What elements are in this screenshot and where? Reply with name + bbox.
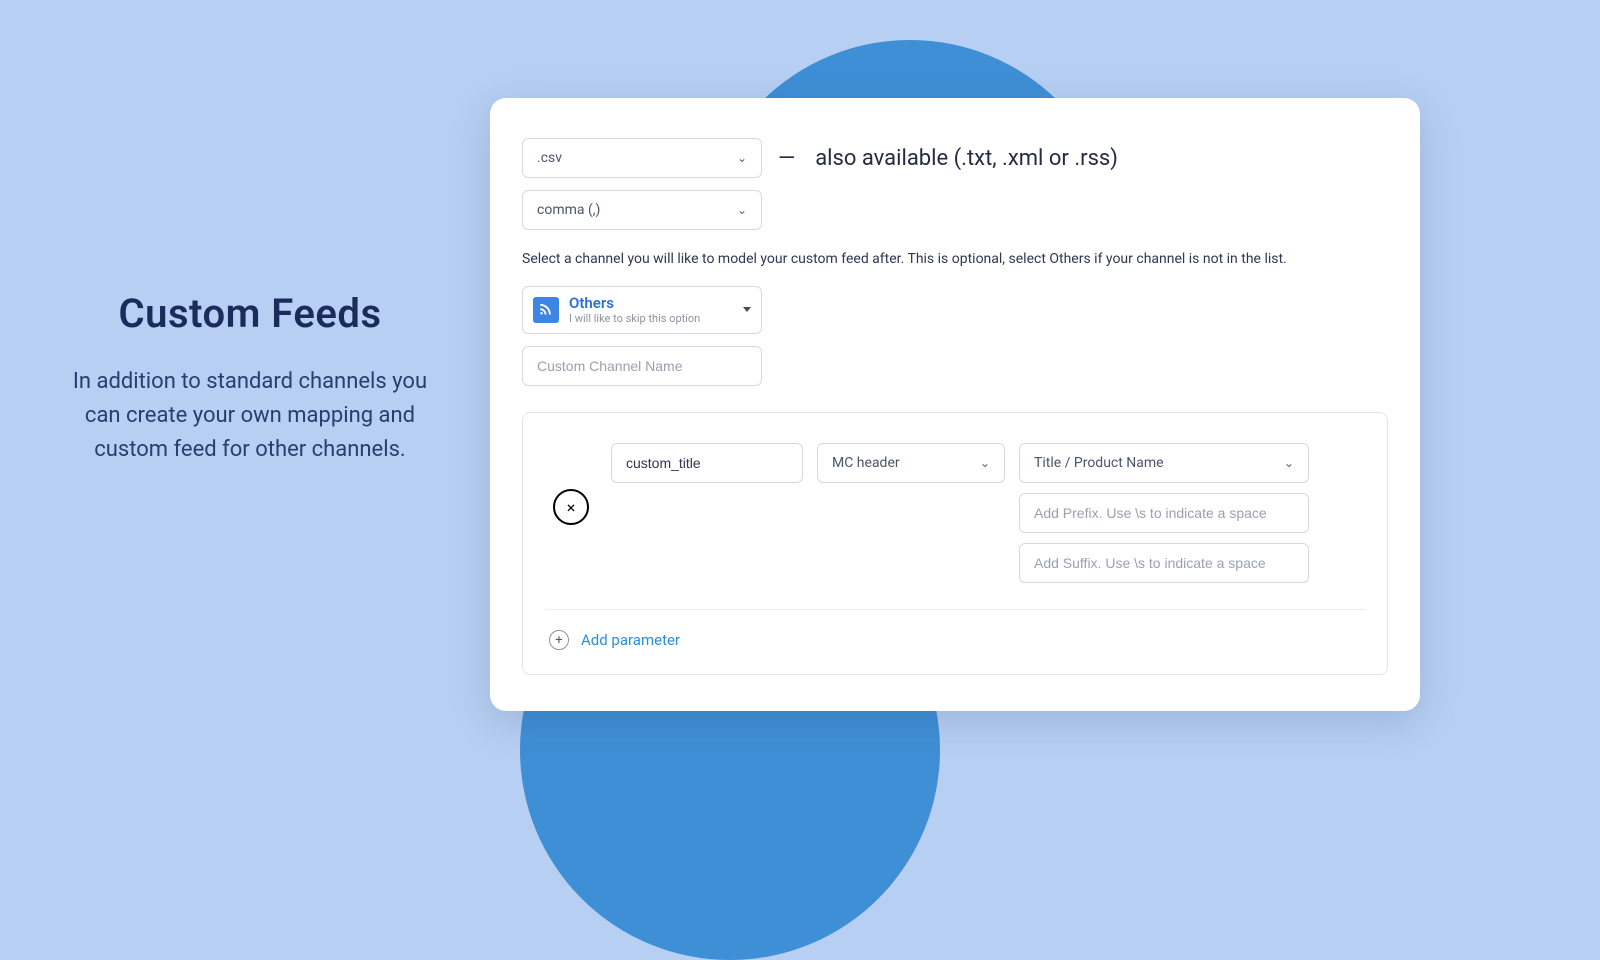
channel-template-subtitle: I will like to skip this option xyxy=(569,313,733,325)
mapping-panel: × MC header ⌄ Title / Product Name ⌄ + xyxy=(522,412,1388,675)
value-mapping-select[interactable]: Title / Product Name ⌄ xyxy=(1019,443,1309,483)
channel-helper-text: Select a channel you will like to model … xyxy=(522,250,1388,270)
add-parameter-label: Add parameter xyxy=(581,631,680,649)
remove-parameter-button[interactable]: × xyxy=(553,489,589,525)
delimiter-select[interactable]: comma (,) ⌄ xyxy=(522,190,762,230)
file-format-select[interactable]: .csv ⌄ xyxy=(522,138,762,178)
value-column: Title / Product Name ⌄ xyxy=(1019,443,1309,583)
marketing-copy: Custom Feeds In addition to standard cha… xyxy=(60,290,440,467)
add-parameter-button[interactable]: + Add parameter xyxy=(545,630,1365,650)
chevron-down-icon: ⌄ xyxy=(1284,456,1294,470)
custom-channel-name-input[interactable] xyxy=(522,346,762,386)
chevron-down-icon: ⌄ xyxy=(980,456,990,470)
file-format-value: .csv xyxy=(537,150,562,166)
prefix-input[interactable] xyxy=(1019,493,1309,533)
plus-icon: + xyxy=(549,630,569,650)
page-description: In addition to standard channels you can… xyxy=(60,365,440,467)
rss-icon xyxy=(533,297,559,323)
chevron-down-icon: ⌄ xyxy=(737,203,747,217)
available-formats-text: also available (.txt, .xml or .rss) xyxy=(815,146,1118,171)
caret-down-icon xyxy=(743,307,751,312)
mc-header-select[interactable]: MC header ⌄ xyxy=(817,443,1005,483)
page-title: Custom Feeds xyxy=(60,290,440,337)
field-name-input[interactable] xyxy=(611,443,803,483)
feed-config-card: .csv ⌄ — also available (.txt, .xml or .… xyxy=(490,98,1420,711)
channel-template-text: Others I will like to skip this option xyxy=(569,295,733,326)
format-row: .csv ⌄ — also available (.txt, .xml or .… xyxy=(522,138,1388,178)
em-dash: — xyxy=(778,146,795,171)
suffix-input[interactable] xyxy=(1019,543,1309,583)
close-icon: × xyxy=(567,498,576,517)
channel-template-select[interactable]: Others I will like to skip this option xyxy=(522,286,762,335)
chevron-down-icon: ⌄ xyxy=(737,151,747,165)
mapping-row: × MC header ⌄ Title / Product Name ⌄ xyxy=(545,443,1365,610)
value-mapping-value: Title / Product Name xyxy=(1034,455,1164,471)
channel-template-title: Others xyxy=(569,295,733,312)
mc-header-value: MC header xyxy=(832,455,900,471)
delimiter-value: comma (,) xyxy=(537,202,600,218)
